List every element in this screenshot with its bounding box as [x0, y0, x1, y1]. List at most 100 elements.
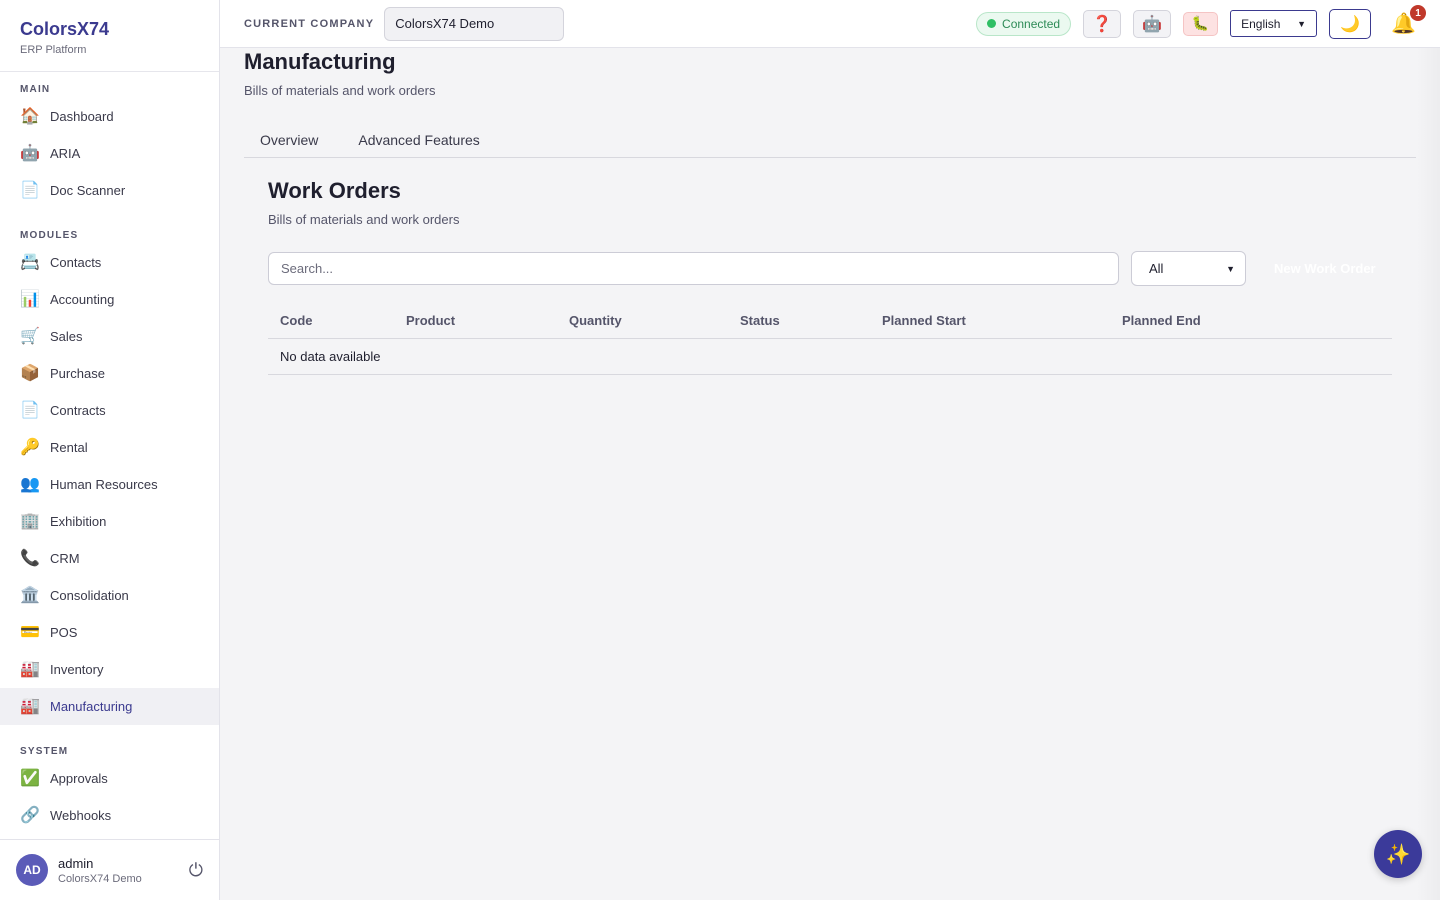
sidebar-item-label: Dashboard	[50, 109, 114, 124]
tab-advanced-features[interactable]: Advanced Features	[342, 122, 495, 158]
language-value: English	[1241, 16, 1281, 31]
user-box: AD admin ColorsX74 Demo ⏻	[0, 839, 219, 900]
notification-count-badge: 1	[1410, 5, 1426, 21]
sidebar-item-label: Approvals	[50, 771, 108, 786]
sidebar-item-webhooks[interactable]: 🔗 Webhooks	[0, 797, 219, 834]
theme-toggle-button[interactable]: 🌙	[1329, 8, 1372, 39]
chevron-down-icon: ▼	[1297, 18, 1307, 29]
sidebar-item-aria[interactable]: 🤖 ARIA	[0, 135, 219, 172]
sidebar-item-human-resources[interactable]: 👥 Human Resources	[0, 466, 219, 503]
company-select[interactable]: ColorsX74 Demo	[384, 6, 565, 41]
column-header-status[interactable]: Status	[728, 303, 870, 339]
sparkles-icon: ✨	[1385, 843, 1411, 866]
user-company: ColorsX74 Demo	[58, 872, 142, 885]
assistant-button[interactable]: 🤖	[1133, 9, 1172, 38]
power-icon[interactable]: ⏻	[189, 860, 203, 881]
notifications-button[interactable]: 🔔 1	[1391, 5, 1426, 36]
sidebar-item-accounting[interactable]: 📊 Accounting	[0, 281, 219, 318]
report-bug-button[interactable]: 🐛	[1183, 11, 1219, 36]
nav-section-modules: MODULES 📇 Contacts 📊 Accounting 🛒 Sales 📦 Purcha…	[0, 230, 219, 725]
exhibition-icon: 🏢	[20, 512, 40, 530]
column-header-product[interactable]: Product	[394, 303, 557, 339]
sidebar-item-contacts[interactable]: 📇 Contacts	[0, 244, 219, 281]
sales-icon: 🛒	[20, 327, 40, 345]
rental-icon: 🔑	[20, 438, 40, 456]
sidebar-item-label: Manufacturing	[50, 699, 133, 714]
moon-icon: 🌙	[1340, 15, 1361, 33]
crm-icon: 📞	[20, 549, 40, 567]
sidebar-item-label: Accounting	[50, 292, 115, 307]
chevron-down-icon: ▼	[1226, 263, 1235, 274]
page-subtitle: Bills of materials and work orders	[244, 83, 436, 98]
sidebar-item-label: CRM	[50, 551, 80, 566]
sidebar-item-label: Exhibition	[50, 514, 107, 529]
user-name: admin	[58, 855, 94, 871]
sidebar-item-label: Contacts	[50, 255, 102, 270]
current-company-label: CURRENT COMPANY	[244, 17, 375, 30]
contacts-icon: 📇	[20, 253, 40, 271]
brand-name[interactable]: ColorsX74	[20, 19, 199, 40]
sidebar-item-label: Human Resources	[50, 477, 158, 492]
accounting-icon: 📊	[20, 290, 40, 308]
avatar[interactable]: AD	[16, 854, 48, 886]
nav-section-main: MAIN 🏠 Dashboard 🤖 ARIA 📄 Doc Scanner	[0, 84, 219, 209]
doc-scanner-icon: 📄	[20, 181, 40, 199]
column-header-code[interactable]: Code	[268, 303, 394, 339]
connection-status-badge: Connected	[976, 11, 1072, 36]
ai-assistant-fab[interactable]: ✨	[1374, 830, 1422, 878]
question-icon: ❓	[1092, 15, 1113, 33]
new-work-order-button[interactable]: New Work Order	[1258, 251, 1392, 286]
sidebar-item-rental[interactable]: 🔑 Rental	[0, 429, 219, 466]
sidebar-item-contracts[interactable]: 📄 Contracts	[0, 392, 219, 429]
tab-bar: Overview Advanced Features	[244, 122, 1416, 158]
sidebar-item-purchase[interactable]: 📦 Purchase	[0, 355, 219, 392]
dashboard-icon: 🏠	[20, 107, 40, 125]
nav-section-title: MODULES	[20, 230, 79, 241]
sidebar-item-label: Consolidation	[50, 588, 129, 603]
pos-icon: 💳	[20, 623, 40, 641]
sidebar-item-doc-scanner[interactable]: 📄 Doc Scanner	[0, 172, 219, 209]
sidebar-item-exhibition[interactable]: 🏢 Exhibition	[0, 503, 219, 540]
brand-subtitle: ERP Platform	[20, 44, 87, 56]
user-info: admin ColorsX74 Demo	[58, 856, 189, 885]
sidebar: ColorsX74 ERP Platform MAIN 🏠 Dashboard 🤖 AR…	[0, 0, 220, 900]
sidebar-item-approvals[interactable]: ✅ Approvals	[0, 760, 219, 797]
connection-status-text: Connected	[1002, 16, 1061, 31]
table-row: No data available	[268, 338, 1392, 375]
sidebar-item-consolidation[interactable]: 🏛️ Consolidation	[0, 577, 219, 614]
status-filter-select[interactable]: All ▼	[1131, 251, 1246, 286]
language-select[interactable]: English ▼	[1230, 10, 1318, 37]
inventory-icon: 🏭	[20, 660, 40, 678]
sidebar-item-label: Contracts	[50, 403, 106, 418]
section-title: Work Orders	[268, 178, 401, 203]
search-input[interactable]	[268, 252, 1119, 285]
sidebar-item-label: POS	[50, 625, 78, 640]
sidebar-item-dashboard[interactable]: 🏠 Dashboard	[0, 98, 219, 135]
help-button[interactable]: ❓	[1083, 9, 1122, 38]
sidebar-item-sales[interactable]: 🛒 Sales	[0, 318, 219, 355]
sidebar-item-label: Sales	[50, 329, 83, 344]
sidebar-item-inventory[interactable]: 🏭 Inventory	[0, 651, 219, 688]
sidebar-item-manufacturing[interactable]: 🏭 Manufacturing	[0, 688, 219, 725]
work-orders-section: Work Orders Bills of materials and work …	[244, 158, 1416, 375]
sidebar-item-label: Rental	[50, 440, 88, 455]
page-title: Manufacturing	[244, 49, 396, 74]
filter-value: All	[1149, 261, 1164, 276]
column-header-planned-start[interactable]: Planned Start	[870, 303, 1110, 339]
header-actions: Connected ❓ 🤖 🐛 English ▼ 🌙 🔔 1	[976, 5, 1426, 39]
contracts-icon: 📄	[20, 401, 40, 419]
sidebar-item-crm[interactable]: 📞 CRM	[0, 540, 219, 577]
human-resources-icon: 👥	[20, 475, 40, 493]
column-header-quantity[interactable]: Quantity	[557, 303, 728, 339]
tab-overview[interactable]: Overview	[244, 122, 334, 158]
sidebar-item-pos[interactable]: 💳 POS	[0, 614, 219, 651]
main-content: Manufacturing Bills of materials and wor…	[244, 48, 1416, 375]
column-header-planned-end[interactable]: Planned End	[1110, 303, 1392, 339]
edge-shade	[1416, 48, 1440, 900]
toolbar: All ▼ New Work Order	[268, 251, 1392, 286]
sidebar-item-label: Purchase	[50, 366, 105, 381]
sidebar-item-label: ARIA	[50, 146, 81, 161]
work-orders-table: Code Product Quantity Status Planned Sta…	[268, 303, 1392, 375]
approvals-icon: ✅	[20, 769, 40, 787]
nav-section-system: SYSTEM ✅ Approvals 🔗 Webhooks	[0, 746, 219, 834]
